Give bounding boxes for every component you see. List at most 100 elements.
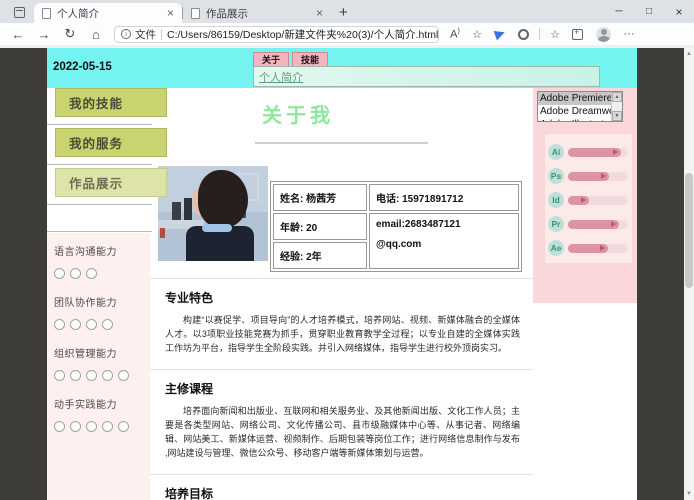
skill-slider[interactable] [568,243,628,253]
browser-scrollbar[interactable]: ▲ ▼ [684,48,694,500]
profile-avatar[interactable] [596,26,611,42]
scrollbar-down-icon[interactable]: ▼ [684,488,694,500]
browser-tab-inactive[interactable]: 作品展示 × [183,3,331,23]
software-option[interactable]: Adobe Illustrator [538,118,611,121]
new-tab-button[interactable]: + [331,4,356,23]
software-options: Adobe PremiereAdobe DreamweaverAdobe Ill… [538,92,622,121]
sidebar-soft-skills: 语言沟通能力 团队协作能力 组织管理能力 动手实践能力 [47,233,150,500]
skill-slider[interactable] [568,147,628,157]
scroll-up-icon[interactable]: ▲ [612,92,622,102]
table-row: 年龄: 20 email:2683487121 @qq.com [273,213,519,269]
profile-photo [158,166,268,261]
phone-cell: 电话: 15971891712 [369,184,519,211]
software-badge-ae: Ae [548,240,564,256]
read-aloud-icon[interactable]: A [445,28,465,40]
skill-label: 组织管理能力 [54,349,117,360]
sidebar-separator [47,124,152,125]
resume-page: 2022-05-15 关于 技能 个人简介 我的技能我的服务作品展示 语言沟通能力… [47,48,637,500]
sidebar-separator [47,164,152,165]
tab-actions-icon[interactable] [8,3,30,21]
skill-dot [102,370,113,381]
software-skill-row: Ps [548,164,632,188]
skill-slider[interactable] [568,195,628,205]
sidebar-separator [47,231,152,232]
skill-dot [54,370,65,381]
settings-menu-icon[interactable]: ··· [619,28,639,40]
listbox-scrollbar[interactable]: ▲ ▼ [611,92,622,121]
collections-icon[interactable]: ☆ [545,28,565,41]
tab-title: 作品展示 [206,7,248,20]
scrollbar-up-icon[interactable]: ▲ [684,48,694,60]
header-link-box: 个人简介 [253,66,600,87]
skill-slider-fill [568,171,609,181]
address-separator [161,28,162,40]
photo-shelf-object [172,202,181,222]
browser-chrome: 个人简介 × 作品展示 × + ─ □ × ← → ↻ ⌂ i 文件 C:/Us… [0,0,694,45]
skill-label: 语言沟通能力 [54,247,117,258]
skill-dot [118,370,129,381]
back-icon[interactable]: ← [6,27,30,42]
software-badge-id: Id [548,192,564,208]
refresh-icon[interactable]: ↻ [58,26,82,42]
close-button[interactable]: × [664,0,694,23]
browser-tab-active[interactable]: 个人简介 × [34,3,182,23]
software-badge-ps: Ps [548,168,564,184]
tab-close-icon[interactable]: × [165,6,176,20]
skill-dot [70,319,81,330]
scrollbar-thumb[interactable] [685,173,693,288]
extension-icon-blue[interactable] [493,27,507,41]
skill-slider[interactable] [568,219,628,229]
skill-slider-fill [568,243,608,253]
skill-label: 团队协作能力 [54,298,117,309]
site-header: 2022-05-15 关于 技能 个人简介 [47,48,637,88]
profile-row: 姓名: 杨茜芳 电话: 15971891712 年龄: 20 email:268… [150,166,533,278]
url-scheme-label: 文件 [135,28,156,41]
section-heading: 培养目标 [165,486,214,500]
sidebar-button[interactable]: 我的技能 [55,88,167,117]
content-columns: 我的技能我的服务作品展示 语言沟通能力 团队协作能力 组织管理能力 动手实践能力 关于… [47,88,637,500]
photo-shelf-object [184,198,192,222]
skill-slider-fill [568,219,619,229]
software-skill-row: Id [548,188,632,212]
resume-section: 专业特色 构建“以赛促学、项目导向”的人才培养模式，培养网站、视频、新媒体融合的全… [150,278,533,356]
skill-dot [70,268,81,279]
email-line1: email:2683487121 [376,219,461,230]
software-skill-row: Ai [548,140,632,164]
page-info-icon[interactable]: i [121,29,131,39]
photo-detail [160,228,165,238]
email-line2: @qq.com [376,239,422,250]
sidebar-button[interactable]: 我的服务 [55,128,167,157]
forward-icon[interactable]: → [32,27,56,42]
skill-dot [54,421,65,432]
main-content: 关于我 姓名: 杨茜芳 电话: 15971891712 年龄: 20 email… [150,88,533,500]
extension-icon-ring[interactable] [518,28,529,40]
browser-toolbar: ← → ↻ ⌂ i 文件 C:/Users/86159/Desktop/新建文件… [0,23,694,45]
scroll-down-icon[interactable]: ▼ [612,111,622,121]
skill-slider[interactable] [568,171,628,181]
skill-dot [70,370,81,381]
skill-dot [102,319,113,330]
favorites-star-icon[interactable]: ☆ [467,28,487,41]
skill-dot [102,421,113,432]
software-option[interactable]: Adobe Dreamweaver [538,105,611,118]
software-option[interactable]: Adobe Premiere [538,92,611,105]
profile-info-table: 姓名: 杨茜芳 电话: 15971891712 年龄: 20 email:268… [270,181,522,272]
split-screen-icon[interactable] [572,27,583,40]
sidebar-nav: 我的技能我的服务作品展示 [47,88,167,233]
maximize-button[interactable]: □ [634,0,664,23]
browser-tabstrip: 个人简介 × 作品展示 × + ─ □ × [0,0,694,23]
minimize-button[interactable]: ─ [604,0,634,23]
software-listbox[interactable]: Adobe PremiereAdobe DreamweaverAdobe Ill… [537,91,623,122]
toolbar-divider [539,28,540,40]
sidebar-separator [47,204,152,205]
skill-dot [54,319,65,330]
age-cell: 年龄: 20 [273,213,367,240]
skill-dot [70,421,81,432]
profile-intro-link[interactable]: 个人简介 [259,69,303,85]
home-icon[interactable]: ⌂ [84,27,108,42]
skill-dot [86,268,97,279]
sidebar-button[interactable]: 作品展示 [55,168,167,197]
address-bar[interactable]: i 文件 C:/Users/86159/Desktop/新建文件夹%20(3)/… [114,25,439,43]
tab-close-icon[interactable]: × [314,6,325,20]
page-title: 关于我 [262,105,334,127]
